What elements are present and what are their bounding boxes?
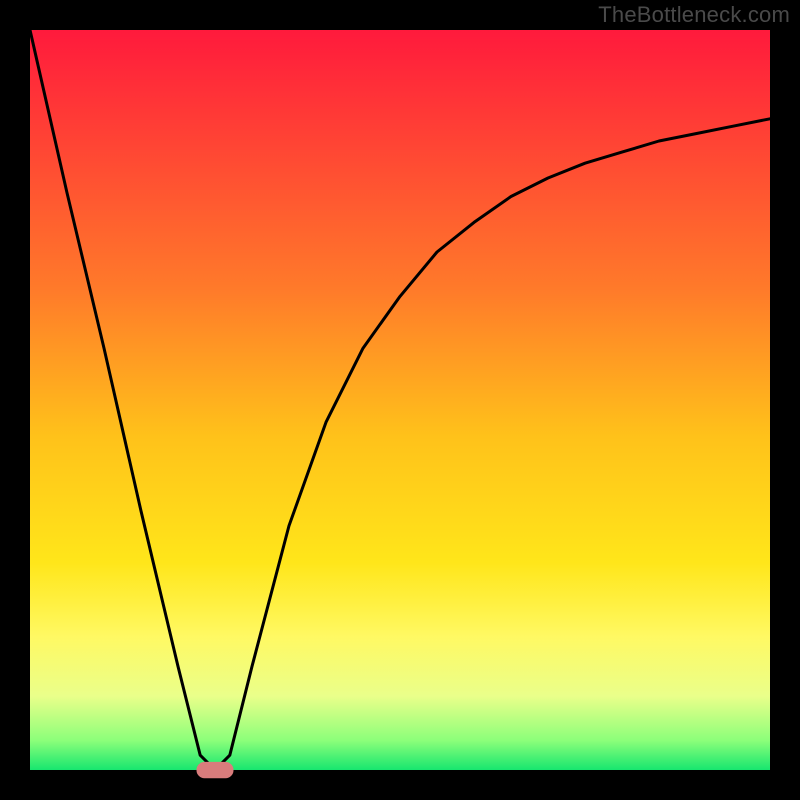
minimum-marker	[197, 762, 234, 778]
chart-svg	[0, 0, 800, 800]
chart-container: TheBottleneck.com	[0, 0, 800, 800]
